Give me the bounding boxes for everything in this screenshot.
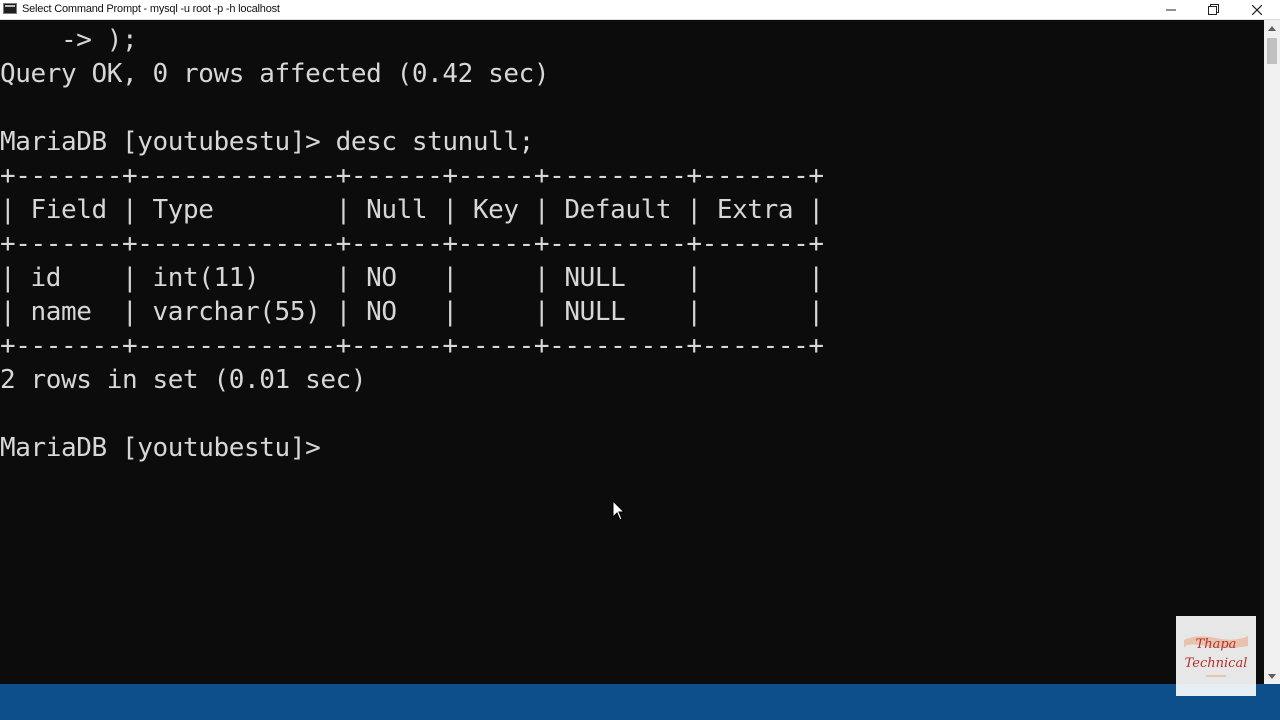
close-icon (1252, 4, 1262, 15)
title-bar[interactable]: Select Command Prompt - mysql -u root -p… (0, 0, 1280, 20)
console-line-rows-in-set: 2 rows in set (0.01 sec) (0, 365, 367, 395)
minimize-button[interactable] (1150, 0, 1192, 19)
table-border-bottom: +-------+-------------+------+-----+----… (0, 331, 824, 361)
close-button[interactable] (1236, 0, 1278, 19)
window-title: Select Command Prompt - mysql -u root -p… (22, 3, 280, 15)
chevron-up-icon (1268, 25, 1276, 31)
scroll-down-button[interactable] (1264, 668, 1280, 684)
console-app-icon (3, 3, 17, 14)
svg-text:Thapa: Thapa (1196, 637, 1237, 652)
vertical-scrollbar[interactable] (1264, 20, 1280, 684)
minimize-icon (1166, 9, 1176, 10)
table-row: | id | int(11) | NO | | NULL | | (0, 263, 824, 293)
channel-watermark-logo: Thapa Technical (1176, 616, 1256, 696)
console-output-area[interactable]: -> ); Query OK, 0 rows affected (0.42 se… (0, 20, 1264, 684)
svg-text:Technical: Technical (1185, 656, 1248, 671)
table-header-row: | Field | Type | Null | Key | Default | … (0, 195, 824, 225)
restore-icon (1207, 4, 1219, 15)
scrollbar-thumb[interactable] (1267, 38, 1277, 64)
chevron-down-icon (1268, 673, 1276, 679)
table-border-header: +-------+-------------+------+-----+----… (0, 229, 824, 259)
scroll-up-button[interactable] (1264, 20, 1280, 36)
table-border-top: +-------+-------------+------+-----+----… (0, 161, 824, 191)
console-line-query-ok: Query OK, 0 rows affected (0.42 sec) (0, 59, 550, 89)
console-line-continuation: -> ); (0, 25, 138, 55)
command-prompt-window: Select Command Prompt - mysql -u root -p… (0, 0, 1280, 720)
taskbar-strip (0, 684, 1280, 720)
restore-button[interactable] (1192, 0, 1234, 19)
console-prompt[interactable]: MariaDB [youtubestu]> (0, 431, 336, 465)
console-line-desc-command: MariaDB [youtubestu]> desc stunull; (0, 127, 534, 157)
table-row: | name | varchar(55) | NO | | NULL | | (0, 297, 824, 327)
watermark-logo-graphic: Thapa Technical (1184, 636, 1248, 677)
mouse-pointer-icon (612, 500, 626, 521)
